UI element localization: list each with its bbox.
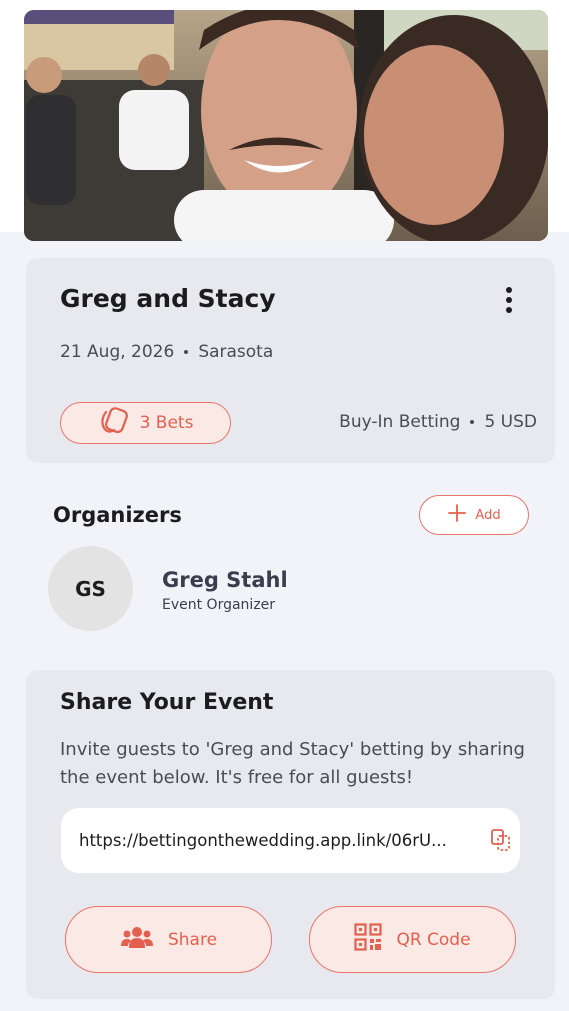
share-link-text: https://bettingonthewedding.app.link/06r…: [79, 831, 447, 850]
buy-in-info: Buy-In Betting 5 USD: [339, 412, 537, 432]
event-title: Greg and Stacy: [60, 284, 276, 313]
plus-icon: [447, 503, 467, 527]
event-location: Sarasota: [198, 342, 274, 362]
add-label: Add: [475, 507, 501, 523]
qr-code-label: QR Code: [396, 929, 471, 950]
copy-icon[interactable]: [490, 828, 512, 852]
more-vertical-icon[interactable]: [496, 280, 522, 320]
people-icon: [120, 924, 154, 955]
event-photo: [24, 10, 548, 241]
share-label: Share: [167, 929, 218, 950]
share-link-field[interactable]: https://bettingonthewedding.app.link/06r…: [61, 808, 520, 873]
buy-in-amount: 5 USD: [484, 412, 537, 432]
organizer-role: Event Organizer: [162, 597, 276, 613]
bets-label: 3 Bets: [139, 413, 194, 433]
share-card: Share Your Event Invite guests to 'Greg …: [26, 670, 555, 999]
event-card: Greg and Stacy 21 Aug, 2026 Sarasota 3 B…: [26, 258, 555, 463]
betting-type: Buy-In Betting: [339, 412, 461, 432]
share-description: Invite guests to 'Greg and Stacy' bettin…: [60, 739, 525, 788]
separator-dot: [470, 420, 475, 424]
organizers-heading: Organizers: [53, 503, 182, 527]
qr-code-button[interactable]: QR Code: [309, 906, 516, 973]
share-title: Share Your Event: [60, 690, 274, 715]
bets-icon: [98, 406, 130, 441]
separator-dot: [184, 350, 189, 354]
bets-button[interactable]: 3 Bets: [60, 402, 231, 444]
organizer-name: Greg Stahl: [162, 568, 288, 592]
avatar: GS: [48, 546, 133, 631]
event-date: 21 Aug, 2026: [60, 342, 175, 362]
event-meta: 21 Aug, 2026 Sarasota: [60, 342, 273, 362]
add-organizer-button[interactable]: Add: [419, 495, 529, 535]
share-button[interactable]: Share: [65, 906, 272, 973]
qr-code-icon: [354, 923, 383, 956]
